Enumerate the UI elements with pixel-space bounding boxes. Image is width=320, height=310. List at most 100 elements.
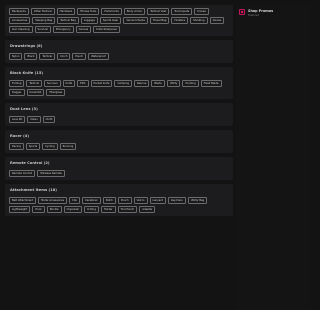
tag-chip[interactable]: Survival: [44, 80, 61, 87]
tag-chip[interactable]: Hardware: [56, 8, 76, 15]
tag-chip[interactable]: Tourniquets: [171, 8, 193, 15]
tag-chip[interactable]: Lightweight: [9, 206, 31, 213]
category-panel-top: Backpacks Other Tactical Hardware Fitness T…: [5, 5, 233, 36]
tag-chip[interactable]: Tactical Vest: [147, 8, 170, 15]
tag-chip[interactable]: Accessories: [9, 17, 31, 24]
tag-chip[interactable]: Patch: [102, 197, 116, 204]
tag-chip[interactable]: Tactical: [26, 80, 43, 87]
section-tag-group: Belt Attachment Molle Accessories Clip Cara…: [9, 197, 230, 213]
tag-chip[interactable]: Knife: [62, 80, 76, 87]
sidebar-item-title: Shop Promos: [248, 9, 274, 13]
section-title: Black Knife (15): [10, 71, 44, 75]
category-section: Black Knife (15) Folding Tactical Survival K…: [5, 67, 233, 99]
tag-chip[interactable]: Clean: [27, 116, 41, 123]
section-tag-group: Racing Sports Cycling Running: [9, 143, 230, 150]
tag-chip[interactable]: Backpacks: [9, 8, 29, 15]
tag-chip[interactable]: Molle Accessories: [38, 197, 68, 204]
tag-chip[interactable]: Carabiner: [81, 197, 101, 204]
promo-icon: [239, 9, 245, 15]
tag-chip[interactable]: Knife Sharpener: [93, 26, 121, 33]
tag-chip[interactable]: D-Ring: [84, 206, 99, 213]
tag-chip[interactable]: Velcro: [133, 197, 148, 204]
tag-chip[interactable]: Folding: [9, 80, 25, 87]
tag-chip[interactable]: Gun Cleaning: [9, 26, 33, 33]
tag-chip[interactable]: Dagger: [9, 89, 25, 96]
tag-chip[interactable]: Shooting: [190, 17, 208, 24]
tag-chip[interactable]: Sports: [25, 143, 41, 150]
tag-chip[interactable]: Hammocks: [101, 8, 122, 15]
section-title: Attachment Items (18): [10, 188, 58, 192]
tag-chip[interactable]: Utility: [166, 80, 181, 87]
tag-chip[interactable]: Remote Control: [9, 170, 36, 177]
tag-chip[interactable]: Other Tactical: [30, 8, 55, 15]
tag-chip[interactable]: Tactical: [39, 53, 56, 60]
tag-chip[interactable]: Canvas: [75, 26, 92, 33]
tag-chip[interactable]: Keychain: [168, 197, 186, 204]
tag-chip[interactable]: Wireless Remote: [37, 170, 65, 177]
tag-chip[interactable]: Camping: [114, 80, 133, 87]
sidebar: Shop Promos Featured: [236, 5, 310, 310]
tag-chip[interactable]: Adapter: [139, 206, 156, 213]
category-section: Remote Control (2) Remote Control Wireless…: [5, 157, 233, 180]
tag-chip[interactable]: Cinch: [57, 53, 71, 60]
section-title: Remote Control (2): [10, 161, 50, 165]
tag-chip[interactable]: Racing: [9, 143, 24, 150]
tag-chip[interactable]: Lens Kit: [9, 116, 26, 123]
tag-chip[interactable]: Gloves: [209, 17, 225, 24]
section-title: Drawstrings (6): [10, 44, 43, 48]
tag-chip[interactable]: Organizer: [63, 206, 83, 213]
tag-chip[interactable]: Luggage: [80, 17, 98, 24]
tag-chip[interactable]: Tactical Bag: [57, 17, 79, 24]
tag-chip[interactable]: EDC: [77, 80, 89, 87]
section-tag-group: Nylon Black Tactical Cinch Pouch Waterproof: [9, 53, 230, 60]
category-sections: Drawstrings (6) Nylon Black Tactical Cinch Po…: [5, 40, 233, 216]
category-section: Racer (4) Racing Sports Cycling Running: [5, 130, 233, 153]
section-tag-group: Folding Tactical Survival Knife EDC Pocket Kn…: [9, 80, 230, 96]
tag-chip[interactable]: Survival: [34, 26, 51, 33]
section-title: Dust Lens (3): [10, 107, 38, 111]
category-section: Attachment Items (18) Belt Attachment Moll…: [5, 184, 233, 216]
tag-chip[interactable]: Clip: [69, 197, 80, 204]
tag-chip[interactable]: Blade: [151, 80, 165, 87]
tag-chip[interactable]: Tool Pouch: [117, 206, 138, 213]
section-title: Racer (4): [10, 134, 30, 138]
sidebar-item-text: Shop Promos Featured: [248, 9, 273, 17]
tag-chip[interactable]: Holsters: [171, 17, 189, 24]
top-tag-group: Backpacks Other Tactical Hardware Fitness T…: [9, 8, 230, 33]
tag-chip[interactable]: Holder: [100, 206, 116, 213]
tag-chip[interactable]: Fitness Tools: [77, 8, 100, 15]
tag-chip[interactable]: Travel Bag: [149, 17, 170, 24]
category-section: Drawstrings (6) Nylon Black Tactical Cinch Po…: [5, 40, 233, 63]
tag-chip[interactable]: Cycling: [42, 143, 58, 150]
tag-chip[interactable]: Cloth: [42, 116, 56, 123]
tag-chip[interactable]: Nylon: [9, 53, 23, 60]
tag-chip[interactable]: Sports Gear: [99, 17, 122, 24]
tag-chip[interactable]: Belt Attachment: [9, 197, 37, 204]
tag-chip[interactable]: Utility Bag: [187, 197, 208, 204]
tag-chip[interactable]: Pouch: [117, 197, 132, 204]
sidebar-item-shop-promos[interactable]: Shop Promos Featured: [236, 5, 310, 21]
tag-chip[interactable]: Sleeping Bag: [32, 17, 56, 24]
tag-chip[interactable]: Emergency: [52, 26, 74, 33]
tag-chip[interactable]: Hunting: [182, 80, 199, 87]
tag-chip[interactable]: Hook: [32, 206, 45, 213]
tag-chip[interactable]: Waterproof: [88, 53, 109, 60]
tag-chip[interactable]: Vacuum Packs: [123, 17, 148, 24]
tag-chip[interactable]: Fixed Blade: [200, 80, 222, 87]
tag-chip[interactable]: Pocket Knife: [90, 80, 113, 87]
section-tag-group: Lens Kit Clean Cloth: [9, 116, 230, 123]
tag-chip[interactable]: Black: [24, 53, 38, 60]
tag-chip[interactable]: Buckle: [46, 206, 62, 213]
tag-chip[interactable]: Rescue: [134, 80, 150, 87]
tag-chip[interactable]: Karambit: [26, 89, 45, 96]
tag-chip[interactable]: Running: [59, 143, 77, 150]
section-tag-group: Remote Control Wireless Remote: [9, 170, 230, 177]
tag-chip[interactable]: Body Armor: [123, 8, 146, 15]
tag-chip[interactable]: Lanyard: [149, 197, 166, 204]
tag-chip[interactable]: Fiberglass: [46, 89, 66, 96]
tag-chip[interactable]: Knives: [194, 8, 209, 15]
category-section: Dust Lens (3) Lens Kit Clean Cloth: [5, 103, 233, 126]
sidebar-item-subtitle: Featured: [248, 13, 260, 17]
category-list: Backpacks Other Tactical Hardware Fitness T…: [5, 5, 233, 220]
tag-chip[interactable]: Pouch: [72, 53, 87, 60]
